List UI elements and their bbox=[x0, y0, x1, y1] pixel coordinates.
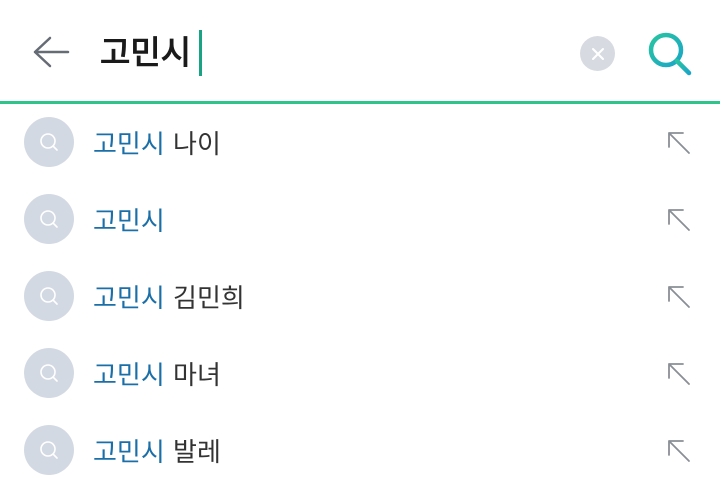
search-history-icon bbox=[24, 117, 74, 167]
arrow-up-left-icon bbox=[668, 132, 690, 154]
arrow-up-left-icon bbox=[668, 440, 690, 462]
suggestion-list: 고민시 나이 고민시 고민시 김민희 고민시 마녀 고민시 발레 bbox=[0, 104, 720, 489]
suggestion-highlight: 고민시 bbox=[93, 130, 165, 160]
suggestion-text: 고민시 나이 bbox=[93, 104, 221, 181]
fill-query-button[interactable] bbox=[664, 359, 694, 389]
fill-query-button[interactable] bbox=[664, 205, 694, 235]
suggestion-highlight: 고민시 bbox=[93, 361, 165, 391]
suggestion-highlight: 고민시 bbox=[93, 438, 165, 468]
search-icon bbox=[648, 32, 692, 76]
suggestion-item[interactable]: 고민시 마녀 bbox=[0, 335, 720, 412]
fill-query-button[interactable] bbox=[664, 282, 694, 312]
search-history-icon bbox=[24, 194, 74, 244]
suggestion-rest: 마녀 bbox=[164, 361, 221, 391]
suggestion-item[interactable]: 고민시 발레 bbox=[0, 412, 720, 489]
search-button[interactable] bbox=[642, 26, 696, 80]
suggestion-highlight: 고민시 bbox=[93, 284, 165, 314]
fill-query-button[interactable] bbox=[664, 436, 694, 466]
arrow-up-left-icon bbox=[668, 286, 690, 308]
search-history-icon bbox=[24, 271, 74, 321]
search-history-icon bbox=[24, 348, 74, 398]
search-query-text: 고민시 bbox=[100, 33, 192, 72]
suggestion-text: 고민시 마녀 bbox=[93, 335, 221, 412]
search-input[interactable]: 고민시 bbox=[100, 28, 203, 78]
clear-button[interactable] bbox=[580, 36, 615, 71]
fill-query-button[interactable] bbox=[664, 128, 694, 158]
text-cursor bbox=[199, 30, 203, 76]
suggestion-text: 고민시 bbox=[93, 181, 165, 258]
suggestion-rest: 김민희 bbox=[164, 284, 245, 314]
search-history-icon bbox=[24, 425, 74, 475]
suggestion-text: 고민시 김민희 bbox=[93, 258, 245, 335]
suggestion-item[interactable]: 고민시 나이 bbox=[0, 104, 720, 181]
arrow-up-left-icon bbox=[668, 209, 690, 231]
back-button[interactable] bbox=[26, 30, 74, 74]
suggestion-item[interactable]: 고민시 김민희 bbox=[0, 258, 720, 335]
suggestion-item[interactable]: 고민시 bbox=[0, 181, 720, 258]
search-bar: 고민시 bbox=[0, 0, 720, 104]
suggestion-text: 고민시 발레 bbox=[93, 412, 221, 489]
arrow-up-left-icon bbox=[668, 363, 690, 385]
suggestion-rest: 발레 bbox=[164, 438, 221, 468]
suggestion-rest: 나이 bbox=[164, 130, 221, 160]
suggestion-highlight: 고민시 bbox=[93, 207, 165, 237]
close-icon bbox=[591, 47, 604, 60]
arrow-left-icon bbox=[33, 36, 70, 68]
